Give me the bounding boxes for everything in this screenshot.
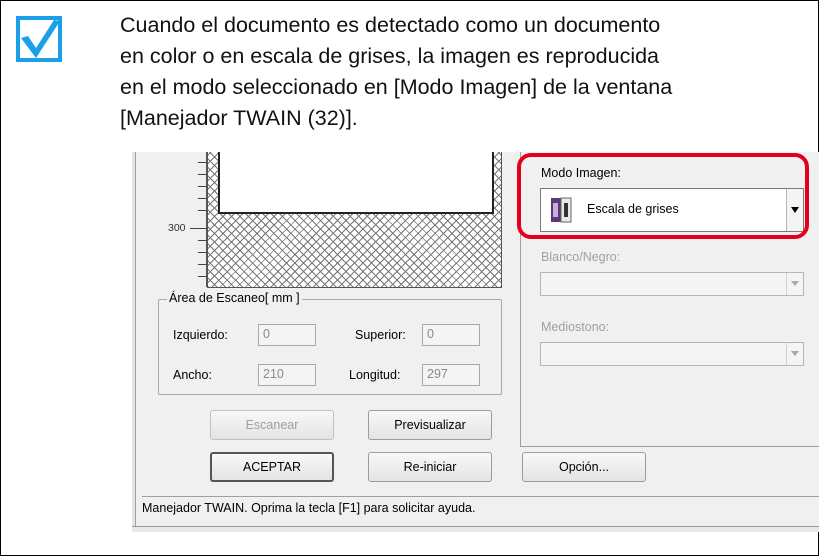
top-label: Superior: bbox=[355, 328, 406, 342]
width-field[interactable]: 210 bbox=[258, 364, 316, 386]
ruler-label: 300 bbox=[168, 222, 186, 234]
window-bottom-border bbox=[132, 526, 819, 532]
scan-area-title: Área de Escaneo[ mm ] bbox=[167, 291, 302, 305]
window-left-border bbox=[132, 152, 136, 532]
note-text: Cuando el documento es detectado como un… bbox=[120, 10, 810, 134]
vertical-ruler bbox=[190, 152, 207, 287]
chevron-down-icon[interactable] bbox=[786, 343, 803, 365]
scan-area-group: Área de Escaneo[ mm ] Izquierdo: 0 Super… bbox=[158, 291, 502, 395]
left-field[interactable]: 0 bbox=[258, 324, 316, 346]
width-label: Ancho: bbox=[173, 368, 212, 382]
note-line: [Manejador TWAIN (32)]. bbox=[120, 106, 358, 130]
halftone-label: Mediostono: bbox=[541, 320, 610, 334]
length-label: Longitud: bbox=[349, 368, 401, 382]
chevron-down-icon[interactable] bbox=[786, 273, 803, 295]
reset-button[interactable]: Re-iniciar bbox=[368, 452, 492, 482]
black-white-label: Blanco/Negro: bbox=[541, 250, 621, 264]
length-field[interactable]: 297 bbox=[422, 364, 480, 386]
preview-area[interactable] bbox=[207, 152, 502, 288]
paper-outline bbox=[218, 152, 494, 214]
checkmark-icon bbox=[16, 16, 62, 62]
top-field[interactable]: 0 bbox=[422, 324, 480, 346]
black-white-select[interactable] bbox=[540, 272, 804, 296]
ok-button[interactable]: ACEPTAR bbox=[210, 452, 334, 482]
halftone-select[interactable] bbox=[540, 342, 804, 366]
preview-button[interactable]: Previsualizar bbox=[368, 410, 492, 440]
highlight-callout bbox=[517, 153, 809, 239]
status-bar: Manejador TWAIN. Oprima la tecla [F1] pa… bbox=[142, 496, 819, 519]
note-line: en color o en escala de grises, la image… bbox=[120, 44, 660, 68]
note-line: Cuando el documento es detectado como un… bbox=[120, 13, 661, 37]
scan-button[interactable]: Escanear bbox=[210, 410, 334, 440]
twain-dialog-screenshot: 300 Área de Escaneo[ mm ] Izquierdo: 0 S… bbox=[132, 152, 819, 532]
left-label: Izquierdo: bbox=[173, 328, 228, 342]
option-button[interactable]: Opción... bbox=[522, 452, 646, 482]
note-line: en el modo seleccionado en [Modo Imagen]… bbox=[120, 75, 673, 99]
